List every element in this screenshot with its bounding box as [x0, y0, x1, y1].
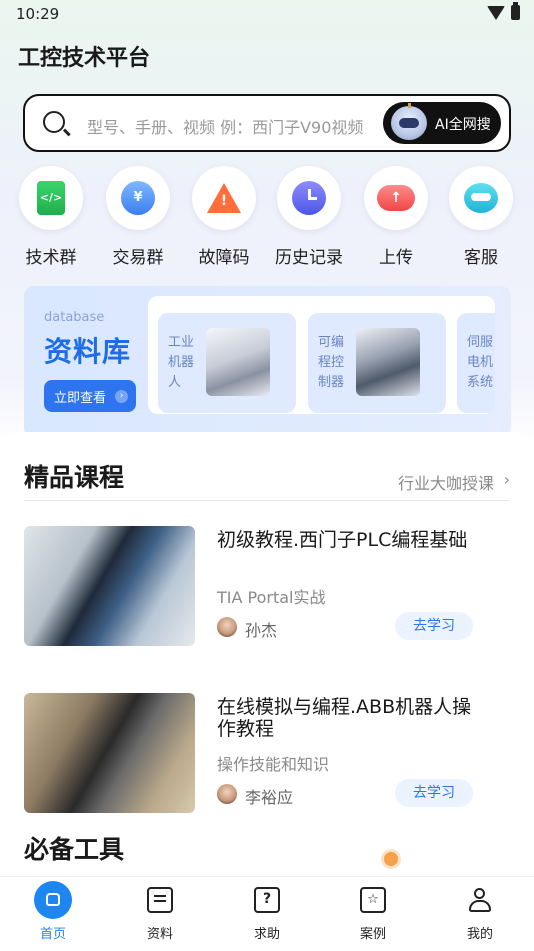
quick-action-icon-wrap: ↑	[364, 166, 428, 230]
quick-action-label: 历史记录	[275, 248, 343, 268]
course-title: 在线模拟与编程.ABB机器人操作教程	[217, 696, 472, 740]
category-label: 伺服电机系统	[467, 335, 494, 390]
note-icon	[147, 887, 173, 913]
tab-profile[interactable]: 我的	[440, 877, 520, 951]
category-industrial-robot[interactable]: 工业机器人	[158, 313, 296, 413]
course-thumbnail	[24, 693, 195, 813]
quick-action-label: 技术群	[25, 248, 77, 268]
document-code-icon: </>	[37, 181, 65, 215]
tab-help[interactable]: ? 求助	[227, 877, 307, 951]
quick-action-label: 故障码	[198, 248, 250, 268]
avatar	[217, 617, 237, 637]
divider	[24, 500, 510, 501]
quick-action-icon-wrap: </>	[19, 166, 83, 230]
gear-icon	[384, 852, 398, 866]
quick-action-history[interactable]: 历史记录	[269, 166, 349, 268]
yen-hand-icon: ¥	[121, 181, 155, 215]
status-time: 10:29	[16, 5, 60, 23]
quick-action-label: 客服	[464, 248, 498, 268]
wifi-icon	[487, 5, 505, 20]
course-author: 孙杰	[245, 621, 278, 640]
course-author: 李裕应	[245, 788, 294, 807]
search-icon	[43, 111, 65, 133]
tab-label: 首页	[39, 927, 66, 942]
database-categories: 工业机器人 可编程控制器 伺服电机系统	[148, 296, 495, 414]
tab-cases[interactable]: ☆ 案例	[333, 877, 413, 951]
category-label: 工业机器人	[168, 335, 195, 390]
chevron-right-icon[interactable]: ›	[504, 470, 510, 489]
quick-action-icon-wrap: ¥	[106, 166, 170, 230]
tab-label: 案例	[359, 927, 386, 942]
view-now-button[interactable]: 立即查看 ›	[44, 380, 136, 412]
quick-actions: </> 技术群 ¥ 交易群 ! 故障码 历史记录 ↑ 上传 客服	[0, 166, 534, 270]
quick-action-fault-code[interactable]: ! 故障码	[184, 166, 264, 268]
ai-search-label: AI全网搜	[435, 117, 491, 133]
home-icon	[34, 881, 72, 919]
quick-action-icon-wrap	[449, 166, 513, 230]
status-icons	[487, 2, 520, 20]
warning-mark: !	[220, 193, 228, 210]
quick-action-tech-group[interactable]: </> 技术群	[11, 166, 91, 268]
database-title: 资料库	[44, 335, 132, 368]
go-study-button[interactable]: 去学习	[395, 779, 473, 807]
robot-icon	[391, 103, 427, 140]
courses-section-title: 精品课程	[24, 463, 125, 492]
search-input[interactable]: 型号、手册、视频 例：西门子V90视频	[87, 114, 363, 138]
tab-label: 求助	[253, 927, 280, 942]
cloud-upload-icon: ↑	[377, 185, 415, 211]
category-plc[interactable]: 可编程控制器	[308, 313, 446, 413]
clock-icon	[292, 181, 326, 215]
ai-search-button[interactable]: AI全网搜	[383, 102, 501, 144]
go-study-button[interactable]: 去学习	[395, 612, 473, 640]
battery-icon	[511, 2, 520, 20]
course-subtitle: 操作技能和知识	[217, 755, 330, 774]
industrial-robot-image	[206, 328, 270, 396]
quick-action-upload[interactable]: ↑ 上传	[356, 166, 436, 268]
plc-image	[356, 328, 420, 396]
tools-section-title: 必备工具	[24, 835, 125, 864]
quick-action-icon-wrap	[277, 166, 341, 230]
tab-label: 资料	[146, 927, 173, 942]
quick-action-icon-wrap: !	[192, 166, 256, 230]
quick-action-customer-service[interactable]: 客服	[441, 166, 521, 268]
bottom-tab-bar: 首页 资料 ? 求助 ☆ 案例 我的	[0, 876, 534, 951]
database-label-en: database	[44, 310, 105, 325]
course-card[interactable]: 初级教程.西门子PLC编程基础 TIA Portal实战 孙杰 去学习	[24, 526, 510, 646]
quick-action-trade-group[interactable]: ¥ 交易群	[98, 166, 178, 268]
course-card[interactable]: 在线模拟与编程.ABB机器人操作教程 操作技能和知识 李裕应 去学习	[24, 693, 510, 813]
database-card: database 资料库 立即查看 › 工业机器人 可编程控制器 伺服电机系统	[24, 286, 511, 438]
tab-materials[interactable]: 资料	[120, 877, 200, 951]
view-now-label: 立即查看	[54, 391, 107, 406]
star-case-icon: ☆	[360, 887, 386, 913]
category-servo-motor[interactable]: 伺服电机系统	[457, 313, 495, 413]
course-thumbnail	[24, 526, 195, 646]
help-icon: ?	[254, 887, 280, 913]
quick-action-label: 上传	[379, 248, 413, 268]
tab-home[interactable]: 首页	[13, 877, 93, 951]
search-bar[interactable]: 型号、手册、视频 例：西门子V90视频 AI全网搜	[23, 94, 511, 152]
courses-more-link[interactable]: 行业大咖授课	[398, 470, 494, 494]
page-title: 工控技术平台	[18, 46, 151, 71]
avatar	[217, 784, 237, 804]
chevron-right-icon: ›	[115, 390, 128, 403]
quick-action-label: 交易群	[112, 248, 164, 268]
status-bar: 10:29	[0, 0, 534, 28]
content-sheet	[0, 432, 534, 892]
category-label: 可编程控制器	[318, 335, 345, 390]
headset-icon	[464, 183, 498, 213]
course-title: 初级教程.西门子PLC编程基础	[217, 529, 468, 551]
tab-label: 我的	[466, 927, 493, 942]
user-icon	[467, 887, 493, 913]
course-subtitle: TIA Portal实战	[217, 588, 326, 607]
